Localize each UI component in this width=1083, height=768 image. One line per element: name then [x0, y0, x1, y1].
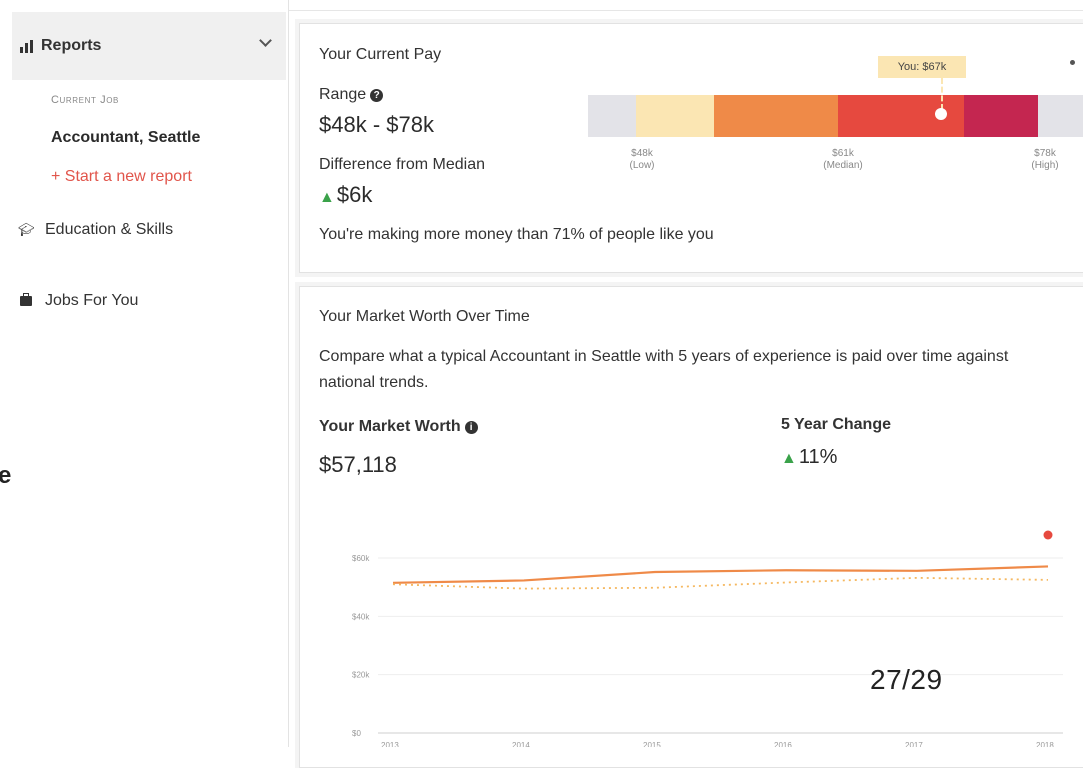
range-label: Range?	[319, 86, 384, 104]
series-line-national	[392, 576, 1049, 590]
sidebar-divider	[288, 0, 289, 747]
bar-chart-icon	[20, 39, 33, 53]
range-segment-above	[1038, 95, 1083, 137]
top-divider	[289, 10, 1083, 11]
y-tick-label: $40k	[352, 612, 370, 621]
x-tick-label: 2016	[774, 741, 792, 747]
series-line-local	[392, 565, 1049, 584]
range-segment-high	[964, 95, 1038, 137]
y-tick-label: $0	[352, 729, 361, 738]
range-tick-high: $78k (High)	[1031, 148, 1059, 171]
start-new-report-link[interactable]: + Start a new report	[51, 168, 192, 186]
sidebar-item-label: Education & Skills	[45, 221, 174, 238]
more-options-dot-icon[interactable]	[1070, 60, 1075, 65]
graduation-cap-icon: 🎓︎	[18, 222, 35, 237]
range-value: $48k - $78k	[319, 112, 434, 137]
chart-grid: $0 $20k $40k $60k 2013 2014 2015 2016 2017 2018	[352, 554, 1063, 747]
five-year-change-label: 5 Year Change	[781, 416, 891, 433]
x-tick-label: 2015	[643, 741, 661, 747]
market-worth-chart: $0 $20k $40k $60k 2013 2014 2015 2016 2017 2018	[352, 530, 1063, 747]
current-worth-marker	[1043, 530, 1053, 540]
current-job-label: Current Job	[51, 94, 119, 106]
cut-off-heading-letter: e	[0, 462, 12, 489]
sidebar: Reports Current Job Accountant, Seattle …	[0, 0, 288, 747]
y-tick-label: $60k	[352, 554, 370, 563]
market-worth-label: Your Market Worth i	[319, 418, 478, 436]
x-tick-label: 2014	[512, 741, 530, 747]
your-pay-tag: You: $67k	[878, 56, 966, 78]
range-segment-below-median	[714, 95, 838, 137]
x-tick-label: 2018	[1036, 741, 1054, 747]
range-tick-low: $48k (Low)	[629, 148, 655, 171]
briefcase-icon	[18, 292, 34, 309]
page-indicator: 27/29	[870, 664, 943, 695]
market-description-line2: national trends.	[319, 374, 429, 391]
y-tick-label: $20k	[352, 671, 370, 680]
x-tick-label: 2013	[381, 741, 399, 747]
current-job-link[interactable]: Accountant, Seattle	[51, 129, 200, 147]
reports-label: Reports	[41, 37, 102, 54]
reports-menu-header[interactable]: Reports	[12, 12, 286, 80]
info-icon[interactable]: i	[464, 421, 478, 434]
up-arrow-icon: ▲	[319, 189, 335, 206]
x-tick-label: 2017	[905, 741, 923, 747]
market-description-line1: Compare what a typical Accountant in Sea…	[319, 348, 1009, 365]
difference-label: Difference from Median	[319, 156, 485, 173]
sidebar-item-education[interactable]: 🎓︎ Education & Skills	[18, 221, 173, 239]
your-pay-stem	[941, 78, 943, 110]
range-segment-low	[636, 95, 714, 137]
chevron-down-icon[interactable]	[259, 34, 272, 47]
pay-summary: You're making more money than 71% of peo…	[319, 226, 714, 243]
market-worth-title: Your Market Worth Over Time	[319, 308, 530, 325]
up-arrow-icon: ▲	[781, 450, 797, 467]
pay-range-bar	[588, 95, 1083, 137]
sidebar-item-jobs[interactable]: Jobs For You	[18, 292, 138, 310]
five-year-change-value: ▲ 11%	[781, 446, 838, 468]
market-worth-value: $57,118	[319, 452, 397, 477]
sidebar-item-label: Jobs For You	[45, 292, 139, 309]
difference-value: ▲$6k	[319, 182, 373, 207]
range-tick-median: $61k (Median)	[823, 148, 863, 171]
chart-series	[392, 530, 1053, 590]
range-segment-below	[588, 95, 636, 137]
info-icon[interactable]: ?	[370, 89, 384, 102]
current-pay-title: Your Current Pay	[319, 46, 442, 63]
your-pay-marker	[935, 108, 947, 120]
